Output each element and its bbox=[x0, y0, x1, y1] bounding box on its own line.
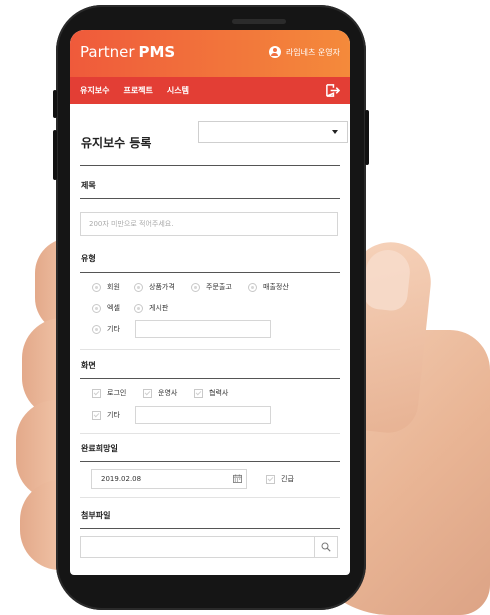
radio-button[interactable] bbox=[92, 324, 101, 334]
screen-option-operator[interactable]: 운영사 bbox=[143, 388, 194, 398]
checkbox[interactable] bbox=[92, 388, 101, 398]
due-date-row: 2019.02.08 긴급 bbox=[80, 469, 340, 489]
urgent-label: 긴급 bbox=[281, 475, 294, 483]
divider bbox=[80, 528, 340, 529]
screen-row-2: 기타 bbox=[80, 406, 340, 424]
option-label: 매출정산 bbox=[263, 283, 289, 291]
radio-button[interactable] bbox=[92, 282, 101, 292]
brand-bold: PMS bbox=[138, 43, 176, 61]
screen-label: 화면 bbox=[81, 361, 96, 370]
user-label: 라임네츠 운영자 bbox=[285, 47, 340, 57]
divider bbox=[80, 497, 340, 498]
option-label: 상품가격 bbox=[149, 283, 175, 291]
screen-etc-input[interactable] bbox=[135, 406, 271, 424]
phone-side-button bbox=[53, 130, 57, 180]
option-label: 기타 bbox=[107, 411, 120, 419]
divider bbox=[80, 272, 340, 273]
type-etc-input[interactable] bbox=[135, 320, 271, 338]
type-row-3: 기타 bbox=[80, 320, 340, 338]
radio-button[interactable] bbox=[134, 282, 143, 292]
checkbox[interactable] bbox=[143, 388, 152, 398]
nav-item-project[interactable]: 프로젝트 bbox=[123, 85, 152, 96]
type-option-price[interactable]: 상품가격 bbox=[134, 282, 191, 292]
screen-option-partner[interactable]: 협력사 bbox=[194, 388, 228, 398]
due-date-value: 2019.02.08 bbox=[101, 475, 142, 483]
option-label: 로그인 bbox=[107, 389, 127, 397]
checkbox[interactable] bbox=[266, 474, 275, 484]
phone-speaker bbox=[232, 19, 286, 24]
brand-logo[interactable]: Partner PMS bbox=[80, 43, 175, 61]
main-nav: 유지보수 프로젝트 시스템 bbox=[70, 77, 350, 104]
option-label: 회원 bbox=[107, 283, 120, 291]
option-label: 기타 bbox=[107, 325, 120, 333]
page-title: 유지보수 등록 bbox=[81, 136, 152, 150]
category-select[interactable] bbox=[198, 121, 348, 143]
chevron-down-icon bbox=[332, 130, 338, 134]
attachment-label: 첨부파일 bbox=[81, 511, 111, 520]
nav-item-maintenance[interactable]: 유지보수 bbox=[80, 85, 109, 96]
app-header: Partner PMS 라임네츠 운영자 bbox=[70, 30, 350, 77]
radio-button[interactable] bbox=[248, 282, 257, 292]
subject-input[interactable]: 200자 미만으로 적어주세요. bbox=[80, 212, 338, 236]
hand-thumbnail bbox=[361, 247, 413, 313]
type-row-1: 회원 상품가격 주문출고 매출정산 bbox=[80, 282, 340, 292]
subject-label: 제목 bbox=[81, 181, 96, 190]
divider bbox=[80, 433, 340, 434]
option-label: 엑셀 bbox=[107, 304, 120, 312]
divider bbox=[80, 349, 340, 350]
divider bbox=[80, 165, 340, 166]
type-option-etc[interactable]: 기타 bbox=[92, 324, 135, 334]
type-label: 유형 bbox=[81, 254, 96, 263]
divider bbox=[80, 461, 340, 462]
phone-side-button bbox=[365, 110, 369, 165]
type-option-shipping[interactable]: 주문출고 bbox=[191, 282, 248, 292]
due-date-input[interactable]: 2019.02.08 bbox=[91, 469, 247, 489]
attachment-input[interactable] bbox=[80, 536, 338, 558]
radio-button[interactable] bbox=[92, 303, 101, 313]
type-option-member[interactable]: 회원 bbox=[92, 282, 134, 292]
logout-icon[interactable] bbox=[325, 83, 340, 98]
option-label: 협력사 bbox=[209, 389, 229, 397]
type-option-board[interactable]: 게시판 bbox=[134, 303, 168, 313]
maintenance-form: 유지보수 등록 제목 200자 미만으로 적어주세요. 유형 회원 상품가격 주… bbox=[70, 104, 350, 558]
option-label: 주문출고 bbox=[206, 283, 232, 291]
brand-light: Partner bbox=[80, 43, 135, 61]
type-row-2: 엑셀 게시판 bbox=[80, 303, 340, 313]
type-option-settlement[interactable]: 매출정산 bbox=[248, 282, 289, 292]
due-date-label: 완료희망일 bbox=[81, 444, 118, 453]
nav-item-system[interactable]: 시스템 bbox=[167, 85, 189, 96]
radio-button[interactable] bbox=[191, 282, 200, 292]
type-option-excel[interactable]: 엑셀 bbox=[92, 303, 134, 313]
form-title-row: 유지보수 등록 bbox=[80, 104, 348, 156]
option-label: 게시판 bbox=[149, 304, 169, 312]
screen-row-1: 로그인 운영사 협력사 bbox=[80, 388, 340, 398]
attachment-search-button[interactable] bbox=[314, 537, 337, 557]
screen-option-etc[interactable]: 기타 bbox=[92, 410, 135, 420]
phone-side-button bbox=[53, 90, 57, 118]
checkbox[interactable] bbox=[194, 388, 203, 398]
user-icon bbox=[268, 46, 281, 58]
urgent-option[interactable]: 긴급 bbox=[266, 474, 294, 484]
search-icon bbox=[321, 542, 331, 552]
divider bbox=[80, 378, 340, 379]
divider bbox=[80, 198, 340, 199]
screen-option-login[interactable]: 로그인 bbox=[92, 388, 143, 398]
option-label: 운영사 bbox=[158, 389, 178, 397]
user-menu[interactable]: 라임네츠 운영자 bbox=[268, 46, 340, 58]
checkbox[interactable] bbox=[92, 410, 101, 420]
calendar-icon[interactable] bbox=[233, 474, 242, 483]
phone-screen: Partner PMS 라임네츠 운영자 유지보수 프로젝트 시스템 유지보수 등… bbox=[70, 30, 350, 575]
radio-button[interactable] bbox=[134, 303, 143, 313]
